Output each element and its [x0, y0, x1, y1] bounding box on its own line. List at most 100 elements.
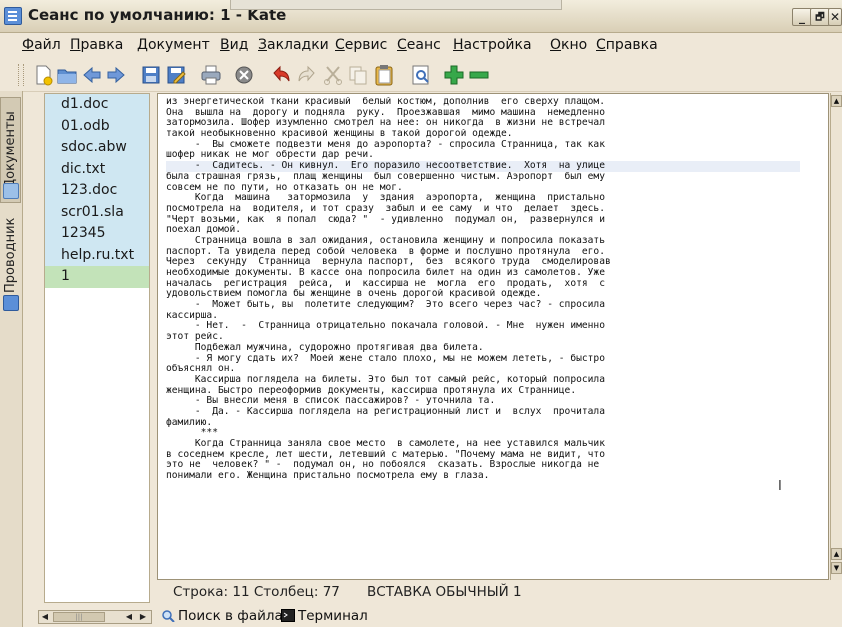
list-item-current[interactable]: 1	[45, 266, 149, 288]
editor-line[interactable]: - Вы внесли меня в список пассажиров? - …	[166, 396, 800, 407]
scroll-left-icon[interactable]: ◀	[39, 611, 51, 623]
editor-line[interactable]: - Да. - Кассирша поглядела на регистраци…	[166, 407, 800, 418]
editor-line[interactable]: Подбежал мужчина, судорожно протягивая д…	[166, 343, 800, 354]
editor-line[interactable]: паспорт. Та увидела перед собой человека…	[166, 247, 800, 258]
editor-line[interactable]: посмотрела на водителя, и тот сразу забы…	[166, 204, 800, 215]
scroll-right-icon[interactable]: ▶	[137, 611, 149, 623]
cut-icon[interactable]	[322, 64, 344, 86]
editor-line[interactable]: поехал домой.	[166, 225, 800, 236]
scroll-up-icon[interactable]: ▲	[831, 95, 842, 107]
editor-line[interactable]: из энергетической ткани красивый белый к…	[166, 97, 800, 108]
editor-line[interactable]: началась регистрация рейса, и кассирша н…	[166, 279, 800, 290]
list-item[interactable]: d1.doc	[45, 94, 149, 116]
editor-line[interactable]: - Садитесь. - Он кивнул. Его поразило не…	[166, 161, 800, 172]
list-item[interactable]: help.ru.txt	[45, 244, 149, 266]
menu-help[interactable]: Справка	[596, 37, 658, 53]
paste-icon[interactable]	[373, 64, 395, 86]
editor-line[interactable]: - Вы сможете подвезти меня до аэропорта?…	[166, 140, 800, 151]
text-editor[interactable]: из энергетической ткани красивый белый к…	[157, 93, 829, 580]
title-bar[interactable]: Сеанс по умолчанию: 1 - Kate _ 🗗 ✕	[0, 0, 842, 33]
minimize-button[interactable]: _	[792, 8, 812, 26]
list-item[interactable]: 01.odb	[45, 115, 149, 137]
toolbar-handle[interactable]	[18, 64, 24, 86]
editor-line[interactable]: "Черт возьми, как я попал сюда? " - удив…	[166, 215, 800, 226]
maximize-button[interactable]: 🗗	[810, 8, 830, 26]
menu-edit[interactable]: Правка	[70, 37, 123, 53]
editor-line[interactable]: необходимые документы. В кассе она попро…	[166, 268, 800, 279]
zoom-out-icon[interactable]	[468, 64, 490, 86]
scroll-left-icon[interactable]: ◀	[123, 611, 135, 623]
zoom-in-icon[interactable]	[443, 64, 465, 86]
scroll-down-icon[interactable]: ▼	[831, 562, 842, 574]
list-item[interactable]: scr01.sla	[45, 201, 149, 223]
open-folder-icon[interactable]	[56, 64, 78, 86]
editor-line[interactable]: Кассирша поглядела на билеты. Это был то…	[166, 375, 800, 386]
list-item[interactable]: dic.txt	[45, 158, 149, 180]
editor-content[interactable]: из энергетической ткани красивый белый к…	[166, 97, 800, 482]
editor-line[interactable]: этот рейс.	[166, 332, 800, 343]
editor-line[interactable]: удовольствием помогла бы женщине в очень…	[166, 289, 800, 300]
tab-explorer[interactable]: Проводник	[0, 209, 21, 301]
close-button[interactable]: ✕	[828, 8, 842, 26]
editor-line[interactable]: понимали его. Женщина пристально посмотр…	[166, 471, 800, 482]
editor-line[interactable]: затормозила. Шофер изумленно смотрел на …	[166, 118, 800, 129]
back-arrow-icon[interactable]	[81, 64, 103, 86]
tab-documents-label: Документы	[3, 111, 18, 189]
forward-arrow-icon[interactable]	[105, 64, 127, 86]
save-disk-icon[interactable]	[140, 64, 162, 86]
find-icon[interactable]	[410, 64, 432, 86]
save-as-icon[interactable]	[165, 64, 187, 86]
menu-file[interactable]: Файл	[22, 37, 61, 53]
title-strip	[230, 0, 562, 10]
menu-bar: Файл Правка Документ Вид Закладки Сервис…	[0, 33, 842, 59]
editor-line[interactable]: - Нет. - Странница отрицательно покачала…	[166, 321, 800, 332]
redo-icon[interactable]	[296, 64, 318, 86]
side-tab-strip: Документы Проводник	[0, 91, 23, 627]
tab-terminal[interactable]: Терминал	[281, 608, 368, 624]
editor-line[interactable]: это не человек? " - подумал он, но побоя…	[166, 460, 800, 471]
explorer-tab-icon	[3, 295, 19, 311]
editor-line[interactable]: Она вышла на дорогу и подняла руку. Прое…	[166, 108, 800, 119]
editor-line[interactable]: Когда машина затормозила у здания аэропо…	[166, 193, 800, 204]
print-icon[interactable]	[200, 64, 222, 86]
close-document-icon[interactable]	[233, 64, 255, 86]
menu-tools[interactable]: Сервис	[335, 37, 387, 53]
new-document-icon[interactable]	[32, 64, 54, 86]
undo-icon[interactable]	[270, 64, 292, 86]
status-bar: Строка: 11 Столбец: 77 ВСТАВКА ОБЫЧНЫЙ 1	[157, 581, 842, 603]
editor-line[interactable]: Странница вошла в зал ожидания, останови…	[166, 236, 800, 247]
editor-line[interactable]: женщина. Быстро переоформив документы, к…	[166, 386, 800, 397]
copy-icon[interactable]	[347, 64, 369, 86]
scroll-up-icon[interactable]: ▲	[831, 548, 842, 560]
scroll-thumb[interactable]: |||	[53, 612, 105, 622]
menu-window[interactable]: Окно	[550, 37, 587, 53]
editor-line[interactable]: совсем не по пути, но отказать он не мог…	[166, 183, 800, 194]
editor-line[interactable]: в соседнем кресле, лет шести, летевший с…	[166, 450, 800, 461]
document-list-hscrollbar[interactable]: ◀ ||| ◀ ▶	[38, 610, 152, 624]
editor-line[interactable]: - Может быть, вы полетите следующим? Это…	[166, 300, 800, 311]
editor-line[interactable]: объяснял он.	[166, 364, 800, 375]
editor-line[interactable]: фамилию.	[166, 418, 800, 429]
find-in-files-icon	[162, 610, 175, 622]
kate-app-icon[interactable]	[4, 7, 22, 25]
editor-line[interactable]: ***	[166, 428, 800, 439]
editor-line[interactable]: была страшная грязь, плащ женщины был со…	[166, 172, 800, 183]
menu-document[interactable]: Документ	[137, 37, 210, 53]
editor-line[interactable]: Когда Странница заняла свое место в само…	[166, 439, 800, 450]
menu-view[interactable]: Вид	[220, 37, 248, 53]
editor-line[interactable]: Через секунду Странница вернула паспорт,…	[166, 257, 800, 268]
menu-settings[interactable]: Настройка	[453, 37, 532, 53]
editor-line[interactable]: шофер никак не мог обрести дар речи.	[166, 150, 800, 161]
list-item[interactable]: sdoc.abw	[45, 137, 149, 159]
tool-view-bar: Поиск в файлах Терминал	[157, 605, 842, 627]
menu-bookmarks[interactable]: Закладки	[258, 37, 329, 53]
tab-find-in-files[interactable]: Поиск в файлах	[161, 608, 291, 624]
list-item[interactable]: 123.doc	[45, 180, 149, 202]
list-item[interactable]: 12345	[45, 223, 149, 245]
editor-line[interactable]: - Я могу сдать их? Моей жене стало плохо…	[166, 354, 800, 365]
editor-line[interactable]: такой необыкновенно красивой женщины в т…	[166, 129, 800, 140]
editor-vscrollbar[interactable]: ▲ ▲ ▼	[830, 93, 842, 580]
edit-mode[interactable]: ВСТАВКА ОБЫЧНЫЙ 1	[367, 584, 522, 600]
menu-session[interactable]: Сеанс	[397, 37, 441, 53]
editor-line[interactable]: кассирша.	[166, 311, 800, 322]
